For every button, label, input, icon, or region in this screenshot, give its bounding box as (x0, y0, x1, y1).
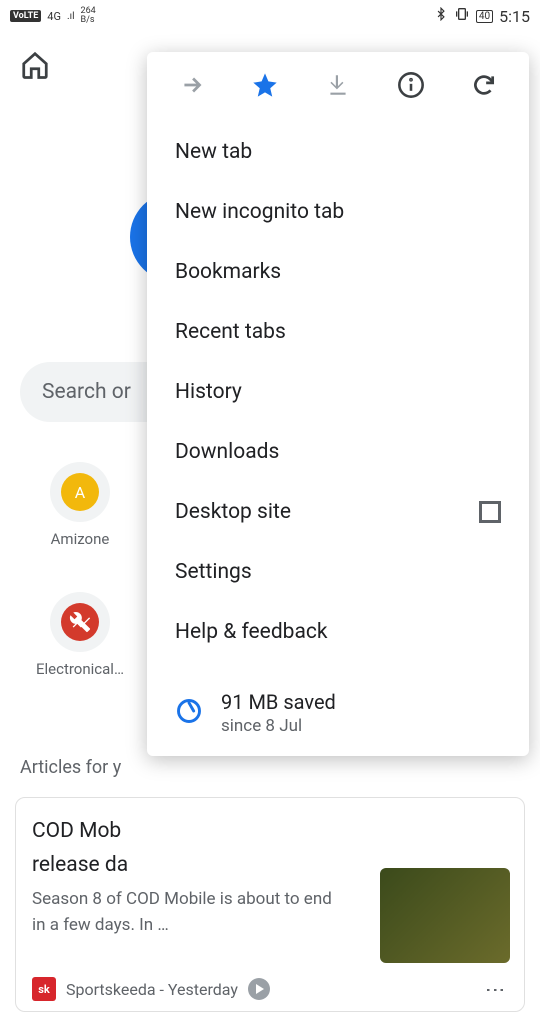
menu-item-recent-tabs[interactable]: Recent tabs (147, 302, 529, 362)
play-icon[interactable] (248, 978, 270, 1000)
data-saver-since: since 8 Jul (221, 716, 336, 736)
signal-bars-icon: .ıl (67, 11, 75, 22)
volte-badge: VoLTE (10, 10, 41, 22)
shortcut-amizone[interactable]: A Amizone (20, 462, 140, 548)
network-speed: 264 B/s (81, 7, 96, 25)
data-saver-amount: 91 MB saved (221, 690, 336, 714)
menu-item-data-saver[interactable]: 91 MB saved since 8 Jul (147, 674, 529, 746)
article-source: Sportskeeda - Yesterday (66, 980, 238, 999)
bluetooth-icon (434, 7, 448, 25)
article-card[interactable]: COD Mob release da Season 8 of COD Mobil… (15, 797, 525, 1012)
menu-item-new-tab[interactable]: New tab (147, 122, 529, 182)
article-thumbnail (380, 868, 510, 963)
more-options-icon[interactable]: ⋮ (484, 980, 508, 998)
article-description: Season 8 of COD Mobile is about to end i… (32, 886, 332, 938)
menu-item-desktop-site[interactable]: Desktop site (147, 482, 529, 542)
refresh-icon[interactable] (469, 70, 499, 100)
menu-item-incognito[interactable]: New incognito tab (147, 182, 529, 242)
search-placeholder: Search or (42, 380, 131, 404)
menu-item-history[interactable]: History (147, 362, 529, 422)
shortcut-label: Electronical… (25, 660, 135, 678)
vibrate-icon (454, 6, 470, 26)
source-logo: sk (32, 977, 56, 1001)
info-icon[interactable] (396, 70, 426, 100)
menu-item-bookmarks[interactable]: Bookmarks (147, 242, 529, 302)
menu-item-downloads[interactable]: Downloads (147, 422, 529, 482)
menu-item-settings[interactable]: Settings (147, 542, 529, 602)
clock: 5:15 (499, 7, 530, 26)
signal-indicator: 4G (47, 10, 61, 23)
articles-header: Articles for y (20, 757, 121, 778)
bookmark-star-icon[interactable] (250, 70, 280, 100)
home-button[interactable] (20, 50, 50, 84)
desktop-site-checkbox[interactable] (479, 501, 501, 523)
forward-icon[interactable] (177, 70, 207, 100)
shortcut-label: Amizone (25, 530, 135, 548)
battery-indicator: 40 (476, 10, 493, 23)
status-bar: VoLTE 4G .ıl 264 B/s 40 5:15 (0, 0, 540, 32)
data-saver-icon (175, 697, 203, 729)
menu-item-help[interactable]: Help & feedback (147, 602, 529, 662)
download-icon[interactable] (323, 70, 353, 100)
shortcut-electronical[interactable]: Electronical… (20, 592, 140, 678)
overflow-menu: New tab New incognito tab Bookmarks Rece… (147, 52, 529, 756)
